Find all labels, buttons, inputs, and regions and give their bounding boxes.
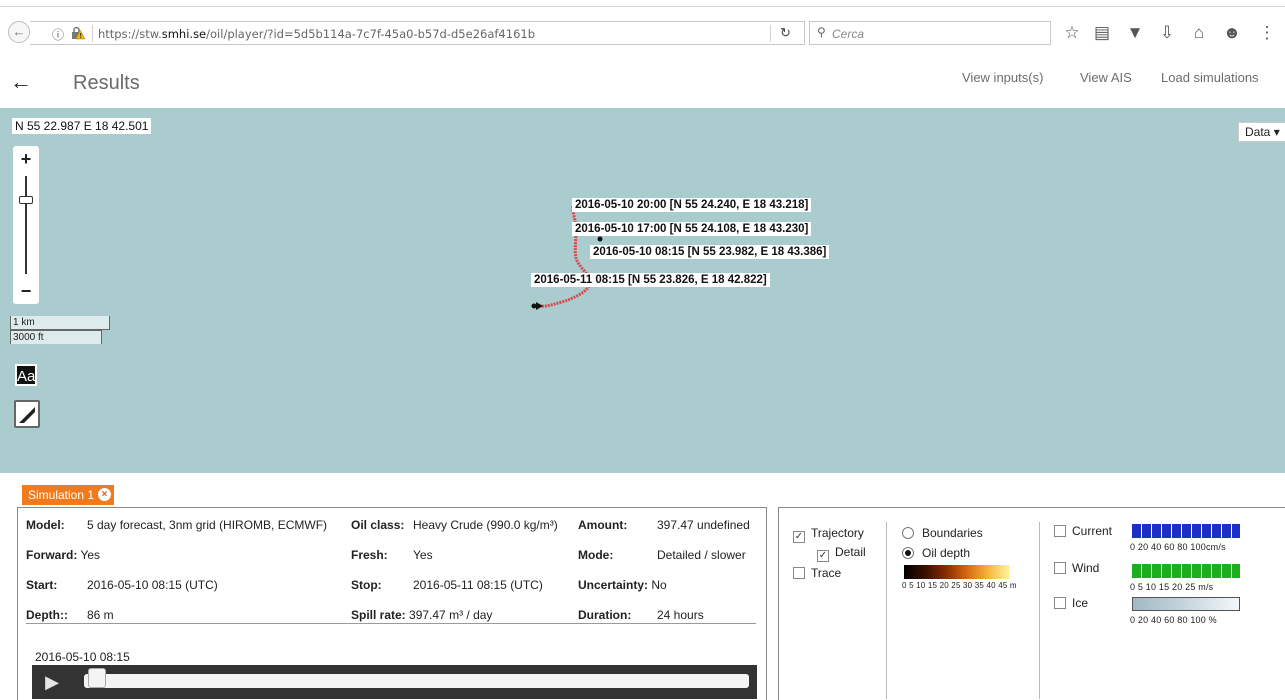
depth-value: 86 m (87, 608, 114, 622)
time-slider-track[interactable] (84, 674, 749, 688)
oil-depth-legend-ticks: 0 5 10 15 20 25 30 35 40 45 m (902, 581, 1017, 590)
oil-depth-radio[interactable]: Oil depth (902, 546, 970, 560)
browser-back-icon[interactable]: ← (8, 21, 30, 43)
amount-value: 397.47 undefined (657, 518, 750, 532)
trajectory-layer (531, 202, 603, 310)
tab-strip-divider (0, 6, 1285, 7)
trace-checkbox[interactable]: Trace (793, 566, 841, 580)
reload-icon[interactable]: ↻ (770, 25, 800, 42)
app-header: ← Results View inputs(s) View AIS Load s… (0, 58, 1285, 108)
duration-field: Duration: (578, 608, 632, 622)
checkbox-checked-icon: ✓ (817, 550, 829, 562)
simulation-info: Model: 5 day forecast, 3nm grid (HIROMB,… (17, 507, 767, 700)
radio-unselected-icon (902, 527, 914, 539)
stop-field: Stop: (351, 578, 382, 592)
spill-start-marker (597, 236, 603, 242)
hello-chat-icon[interactable]: ☻ (1221, 22, 1243, 44)
mode-value: Detailed / slower (657, 548, 746, 562)
ice-checkbox[interactable]: Ice (1054, 596, 1088, 610)
reading-list-icon[interactable]: ▤ (1091, 22, 1113, 44)
checkbox-unchecked-icon (793, 567, 805, 579)
info-divider (26, 623, 756, 624)
simulation-tab-label: Simulation 1 (28, 488, 95, 502)
start-value: 2016-05-10 08:15 (UTC) (87, 578, 218, 592)
amount-field: Amount: (578, 518, 628, 532)
wind-checkbox[interactable]: Wind (1054, 561, 1099, 575)
model-field: Model: (26, 518, 65, 532)
back-arrow-icon[interactable]: ← (10, 71, 32, 93)
bookmark-star-icon[interactable]: ☆ (1061, 22, 1083, 44)
boundaries-radio[interactable]: Boundaries (902, 526, 983, 540)
info-icon[interactable]: ⓘ (52, 26, 64, 43)
page-title: Results (73, 72, 140, 94)
checkbox-checked-icon: ✓ (793, 531, 805, 543)
view-ais-link[interactable]: View AIS (1080, 70, 1132, 85)
trajectory-label: 2016-05-10 17:00 [N 55 24.108, E 18 43.2… (572, 222, 812, 236)
url-text[interactable]: https://stw.smhi.se/oil/player/?id=5d5b1… (98, 27, 535, 41)
load-simulations-link[interactable]: Load simulations (1161, 70, 1259, 85)
oil-class-value: Heavy Crude (990.0 kg/m³) (413, 518, 558, 532)
insecure-lock-icon[interactable] (70, 25, 86, 41)
start-field: Start: (26, 578, 58, 592)
current-time-label: 2016-05-10 08:15 (35, 650, 130, 664)
view-inputs-link[interactable]: View inputs(s) (962, 70, 1043, 85)
wind-legend-bar (1132, 564, 1240, 578)
oil-class-field: Oil class: (351, 518, 405, 532)
home-icon[interactable]: ⌂ (1188, 22, 1210, 44)
pocket-icon[interactable]: ▼ (1124, 22, 1146, 44)
ice-legend-bar (1132, 597, 1240, 611)
trajectory-end-marker (531, 303, 537, 309)
trajectory-label: 2016-05-10 08:15 [N 55 23.982, E 18 43.3… (590, 245, 830, 259)
fresh-value: Yes (413, 548, 433, 562)
close-icon[interactable]: × (98, 488, 112, 501)
current-checkbox[interactable]: Current (1054, 524, 1112, 538)
duration-value: 24 hours (657, 608, 704, 622)
display-options: ✓ Trajectory ✓ Detail Trace Boundaries Oil… (778, 507, 1285, 700)
checkbox-unchecked-icon (1054, 597, 1066, 609)
address-bar[interactable]: ⓘ https://stw.smhi.se/oil/player/?id=5d5… (30, 21, 805, 45)
browser-toolbar: ← ⓘ https://stw.smhi.se/oil/player/?id=5… (0, 0, 1285, 58)
search-placeholder: Cerca (832, 27, 865, 41)
trajectory-direction-icon (536, 302, 543, 310)
detail-checkbox[interactable]: ✓ Detail (817, 545, 866, 562)
playback-bar: ▶ (32, 665, 757, 699)
menu-overflow-icon[interactable]: ⋮ (1256, 22, 1278, 44)
current-legend-ticks: 0 20 40 60 80 100cm/s (1130, 542, 1226, 552)
address-separator (92, 25, 93, 42)
search-icon: ⚲ (817, 25, 826, 39)
play-icon[interactable]: ▶ (32, 665, 72, 699)
trajectory-label: 2016-05-11 08:15 [N 55 23.826, E 18 42.8… (531, 273, 770, 287)
download-icon[interactable]: ⇩ (1156, 22, 1178, 44)
uncertainty-field: Uncertainty: No (578, 578, 667, 592)
oil-depth-legend-bar (904, 565, 1010, 579)
model-value: 5 day forecast, 3nm grid (HIROMB, ECMWF) (87, 518, 328, 532)
map-view[interactable]: N 55 22.987 E 18 42.501 Data ▾ + − 1 km … (0, 108, 1285, 473)
fresh-field: Fresh: (351, 548, 388, 562)
options-divider (886, 522, 887, 699)
time-slider-handle[interactable] (88, 668, 106, 688)
spill-rate-field: Spill rate: 397.47 m³ / day (351, 608, 493, 622)
oil-trajectory-path (539, 202, 597, 308)
search-input[interactable]: ⚲ Cerca (809, 21, 1051, 45)
mode-field: Mode: (578, 548, 614, 562)
stop-value: 2016-05-11 08:15 (UTC) (413, 578, 543, 592)
checkbox-unchecked-icon (1054, 562, 1066, 574)
options-divider (1039, 522, 1040, 699)
ice-legend-ticks: 0 20 40 60 80 100 % (1130, 615, 1217, 625)
current-legend-bar (1132, 524, 1240, 538)
simulation-tab[interactable]: Simulation 1 × (22, 485, 115, 505)
simulation-panel: Simulation 1 × Model: 5 day forecast, 3n… (0, 473, 1285, 700)
trajectory-label: 2016-05-10 20:00 [N 55 24.240, E 18 43.2… (572, 198, 812, 212)
wind-legend-ticks: 0 5 10 15 20 25 m/s (1130, 582, 1214, 592)
radio-selected-icon (902, 547, 914, 559)
checkbox-unchecked-icon (1054, 525, 1066, 537)
forward-field: Forward: Yes (26, 548, 101, 562)
trajectory-checkbox[interactable]: ✓ Trajectory (793, 526, 864, 543)
depth-field: Depth:: (26, 608, 68, 622)
